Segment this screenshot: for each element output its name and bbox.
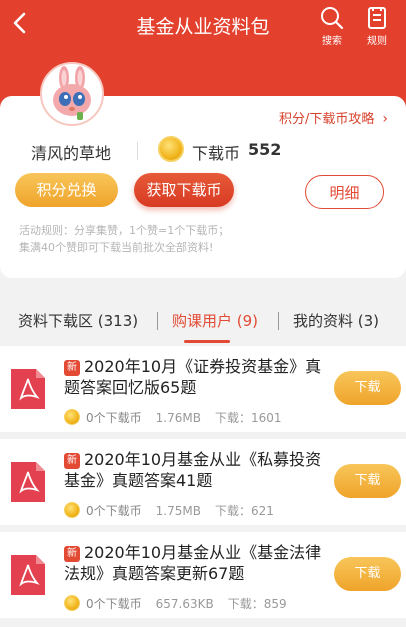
nav-bar: 基金从业资料包 搜索 规则 [0,0,406,50]
tab-bar: 资料下载区 (313) 购课用户 (9) 我的资料 (3) [0,296,406,344]
item-downloads: 下载：859 [227,597,287,611]
item-title-text: 2020年10月基金从业《私募投资基金》真题答案41题 [64,450,322,490]
coin-count: 552 [248,140,282,159]
item-meta: 0个下载币 1.75MB 下载：621 [64,502,274,519]
tab-my-files[interactable]: 我的资料 (3) [293,310,379,331]
get-coins-button[interactable]: 获取下载币 [134,173,234,207]
new-badge: 新 [64,360,80,376]
new-badge: 新 [64,546,80,562]
coin-strategy-label: 积分/下载币攻略 [279,112,375,127]
item-cost: 0个下载币 [86,504,142,518]
download-button[interactable]: 下载 [334,464,401,498]
item-size: 1.76MB [155,411,201,425]
download-button[interactable]: 下载 [334,557,401,591]
tab-divider [157,312,158,330]
pdf-icon [11,555,45,595]
search-button[interactable]: 搜索 [312,5,352,47]
coin-strategy-link[interactable]: 积分/下载币攻略 › [279,108,388,127]
coin-label: 下载币 [192,144,241,163]
list-item[interactable]: 新 2020年10月基金从业《私募投资基金》真题答案41题 0个下载币 1.75MB… [0,439,406,525]
chevron-right-icon: › [382,111,388,127]
coin-icon [158,136,184,162]
rules-line: 活动规则：分享集赞，1个赞=1个下载币； [19,224,230,237]
username: 清风的草地 [31,144,112,163]
item-title-text: 2020年10月基金从业《基金法律法规》真题答案更新67题 [64,543,322,583]
rules-label: 规则 [367,36,387,47]
pdf-icon [11,462,45,502]
item-meta: 0个下载币 657.63KB 下载：859 [64,595,287,612]
item-size: 657.63KB [155,597,214,611]
item-title: 新 2020年10月《证券投资基金》真题答案回忆版65题 [64,356,326,398]
pdf-icon [11,369,45,409]
detail-button[interactable]: 明细 [305,175,384,209]
item-meta: 0个下载币 1.76MB 下载：1601 [64,409,282,426]
active-tab-indicator [184,340,230,343]
rules-button[interactable]: 规则 [357,5,397,47]
bunny-mascot-icon [53,66,91,120]
tab-divider [278,312,279,330]
search-label: 搜索 [322,36,342,47]
coin-icon [64,502,80,518]
list-item[interactable]: 新 2020年10月基金从业《基金法律法规》真题答案更新67题 0个下载币 657.… [0,532,406,618]
divider [137,142,138,160]
item-title: 新 2020年10月基金从业《私募投资基金》真题答案41题 [64,449,326,491]
item-downloads: 下载：621 [214,504,274,518]
download-button[interactable]: 下载 [334,371,401,405]
tab-downloads[interactable]: 资料下载区 (313) [18,310,138,331]
rules-icon [368,7,386,29]
item-title-text: 2020年10月《证券投资基金》真题答案回忆版65题 [64,357,322,397]
coin-icon [64,409,80,425]
search-icon [321,7,344,30]
list-item[interactable]: 新 2020年10月《证券投资基金》真题答案回忆版65题 0个下载币 1.76MB 下… [0,346,406,432]
item-size: 1.75MB [155,504,201,518]
item-cost: 0个下载币 [86,597,142,611]
points-exchange-button[interactable]: 积分兑换 [15,173,118,207]
item-title: 新 2020年10月基金从业《基金法律法规》真题答案更新67题 [64,542,326,584]
coin-icon [64,595,80,611]
new-badge: 新 [64,453,80,469]
item-cost: 0个下载币 [86,411,142,425]
rules-line: 集满40个赞即可下载当前批次全部资料! [19,241,214,254]
avatar[interactable] [40,62,104,126]
activity-rules: 活动规则：分享集赞，1个赞=1个下载币； 集满40个赞即可下载当前批次全部资料! [19,222,379,256]
item-downloads: 下载：1601 [214,411,282,425]
tab-course-users[interactable]: 购课用户 (9) [172,310,258,331]
